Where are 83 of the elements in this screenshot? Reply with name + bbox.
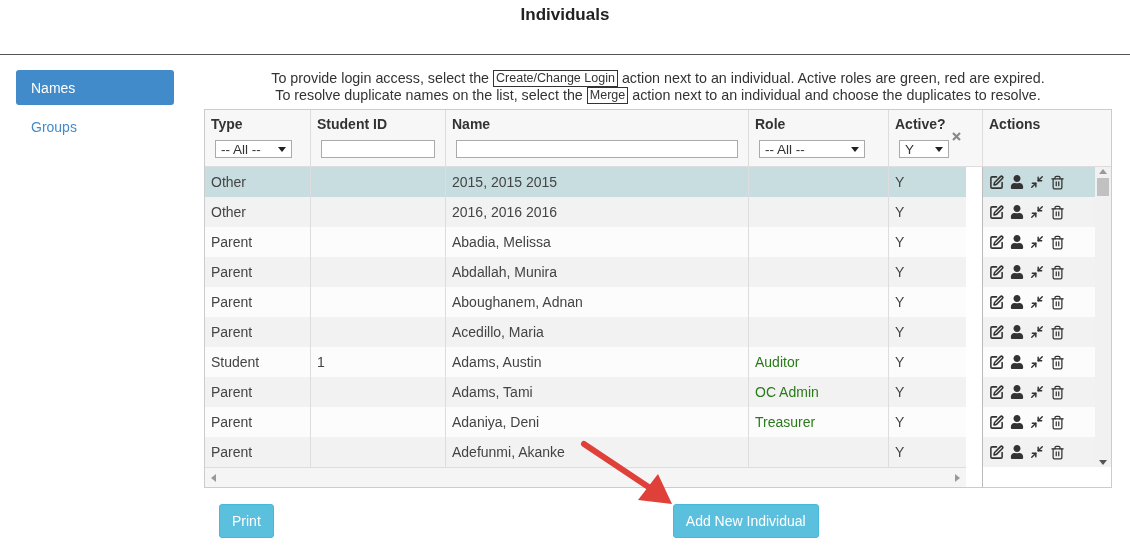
column-header: Role — [755, 116, 787, 132]
person-icon[interactable] — [1010, 415, 1024, 429]
filter-select[interactable]: -- All -- — [215, 140, 292, 158]
shrink-arrows-icon[interactable] — [1030, 235, 1044, 249]
delete-icon[interactable] — [1050, 174, 1065, 190]
table-row[interactable]: Other 2016, 2016 2016 Y — [205, 197, 966, 227]
page-title: Individuals — [520, 5, 610, 25]
table-row[interactable]: Parent Acedillo, Maria Y — [205, 317, 966, 347]
person-icon[interactable] — [1010, 295, 1024, 309]
delete-icon[interactable] — [1050, 414, 1065, 430]
filter-select[interactable]: -- All -- — [759, 140, 865, 158]
caret-icon — [278, 146, 286, 152]
person-icon[interactable] — [1010, 265, 1024, 279]
table-row[interactable]: Other 2015, 2015 2015 Y — [205, 167, 966, 197]
column-header: Student ID — [317, 116, 388, 132]
person-icon[interactable] — [1010, 325, 1024, 339]
table-cell-text: Y — [894, 293, 906, 312]
table-cell-text: Y — [894, 383, 906, 402]
delete-icon[interactable] — [1050, 264, 1065, 280]
shrink-arrows-icon[interactable] — [1030, 355, 1044, 369]
delete-icon[interactable] — [1050, 354, 1065, 370]
shrink-arrows-icon[interactable] — [1030, 445, 1044, 459]
person-icon[interactable] — [1010, 175, 1024, 189]
shrink-arrows-icon[interactable] — [1030, 265, 1044, 279]
filter-input[interactable] — [456, 140, 738, 158]
edit-icon[interactable] — [989, 414, 1004, 430]
scroll-thumb[interactable] — [1097, 178, 1109, 196]
delete-icon[interactable] — [1050, 324, 1065, 340]
scroll-arrow-icon[interactable] — [1099, 460, 1107, 465]
filter-input[interactable] — [321, 140, 435, 158]
table-cell-text: Y — [894, 323, 906, 342]
edit-icon[interactable] — [989, 174, 1004, 190]
instruction-text: action next to an individual and choose the duplicates to resolve. — [632, 87, 1041, 104]
shrink-arrows-icon[interactable] — [1030, 205, 1044, 219]
shrink-arrows-icon[interactable] — [1030, 385, 1044, 399]
person-icon[interactable] — [1010, 445, 1024, 459]
column-header: Active? — [895, 116, 947, 132]
instruction-text: To resolve duplicate names on the list, select the — [275, 87, 583, 104]
table-row[interactable]: Parent Abdallah, Munira Y — [205, 257, 966, 287]
shrink-arrows-icon[interactable] — [1030, 175, 1044, 189]
edit-icon[interactable] — [989, 234, 1004, 250]
delete-icon[interactable] — [1050, 204, 1065, 220]
edit-icon[interactable] — [989, 204, 1004, 220]
person-icon[interactable] — [1010, 235, 1024, 249]
table-cell-text: Y — [894, 173, 906, 192]
instruction-text: To provide login access, select the — [271, 70, 490, 87]
caret-icon — [935, 146, 943, 152]
person-icon[interactable] — [1010, 355, 1024, 369]
edit-icon[interactable] — [989, 384, 1004, 400]
person-icon[interactable] — [1010, 205, 1024, 219]
edit-icon[interactable] — [989, 294, 1004, 310]
edit-icon[interactable] — [989, 264, 1004, 280]
edit-icon[interactable] — [989, 444, 1004, 460]
delete-icon[interactable] — [1050, 444, 1065, 460]
column-header: Type — [211, 116, 244, 132]
table-cell-text: Y — [894, 353, 906, 372]
table-row[interactable]: Parent Adefunmi, Akanke Y — [205, 437, 966, 467]
column-header: Name — [452, 116, 492, 132]
delete-icon[interactable] — [1050, 294, 1065, 310]
column-header: Actions — [989, 116, 1042, 132]
shrink-arrows-icon[interactable] — [1030, 295, 1044, 309]
action-label: Create/Change Login — [493, 70, 618, 87]
caret-icon — [851, 146, 859, 152]
filter-select[interactable]: Y — [899, 140, 949, 158]
table-cell-text: Y — [894, 263, 906, 282]
table-cell-text: Y — [894, 413, 906, 432]
person-icon[interactable] — [1010, 385, 1024, 399]
shrink-arrows-icon[interactable] — [1030, 415, 1044, 429]
sidebar-item[interactable]: Names — [16, 70, 174, 105]
vertical-scrollbar[interactable] — [1095, 167, 1111, 467]
table-cell-text: Y — [894, 443, 906, 462]
table-cell-text: Y — [894, 233, 906, 252]
table-row[interactable]: Parent Adams, Tami OC Admin Y — [205, 377, 966, 407]
edit-icon[interactable] — [989, 324, 1004, 340]
sidebar-item[interactable]: Groups — [16, 109, 174, 144]
shrink-arrows-icon[interactable] — [1030, 325, 1044, 339]
action-label: Merge — [586, 87, 629, 104]
delete-icon[interactable] — [1050, 234, 1065, 250]
table-cell-text: Y — [894, 203, 906, 222]
instruction-text: action next to an individual. Active roles are green, red are expired. — [621, 70, 1045, 87]
edit-icon[interactable] — [989, 354, 1004, 370]
clear-icon[interactable] — [952, 132, 961, 141]
delete-icon[interactable] — [1050, 384, 1065, 400]
